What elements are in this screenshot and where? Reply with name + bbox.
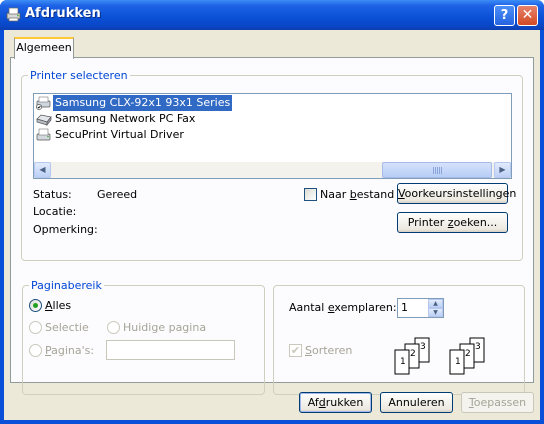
print-to-file-label[interactable]: Naar bestand (320, 188, 394, 201)
label-part: Naar (320, 188, 350, 201)
print-button[interactable]: Afdrukken (299, 392, 372, 413)
label-part: Printer (407, 216, 448, 229)
pages-input[interactable] (106, 340, 235, 360)
label-part: lles (52, 299, 72, 312)
printer-name: Samsung CLX-92x1 93x1 Series (53, 95, 233, 111)
label-part: Aantal (289, 301, 328, 314)
collate-page-number: 2 (410, 349, 416, 359)
accesskey: S (305, 344, 312, 357)
printer-name: SecuPrint Virtual Driver (55, 128, 184, 141)
cancel-button[interactable]: Annuleren (380, 392, 453, 413)
location-label: Locatie: (33, 205, 77, 218)
printer-icon (6, 7, 21, 22)
all-pages-label[interactable]: Alles (45, 299, 71, 312)
page-range-group: Paginabereik Alles Selectie Huidige pagi… (22, 279, 265, 395)
status-value: Gereed (97, 188, 138, 201)
printer-default-icon (36, 96, 51, 110)
collate-page-number: 1 (400, 357, 406, 367)
pages-radio[interactable] (29, 344, 42, 357)
collate-label[interactable]: Sorteren (305, 344, 352, 357)
label-part: oorkeursinstellingen (404, 187, 517, 200)
printer-list[interactable]: Samsung CLX-92x1 93x1 Series Samsung Net… (33, 93, 512, 179)
radio-dot (33, 303, 38, 308)
close-button[interactable]: ✕ (517, 5, 538, 26)
window-title: Afdrukken (25, 6, 101, 21)
spin-up-icon[interactable]: ▲ (428, 299, 443, 308)
scroll-right-button[interactable]: ▶ (494, 162, 511, 178)
dialog-client-area: Algemeen Printer selecteren Samsung CLX-… (4, 30, 540, 420)
comment-label: Opmerking: (33, 223, 98, 236)
help-button[interactable]: ? (494, 5, 515, 26)
selection-radio[interactable] (29, 321, 42, 334)
tab-panel-algemeen: Printer selecteren Samsung CLX-92x1 93x1… (10, 57, 534, 395)
scroll-thumb[interactable] (382, 162, 492, 178)
accesskey: V (398, 187, 405, 200)
collate-page-number: 3 (420, 342, 426, 352)
selection-label[interactable]: Selectie (45, 321, 89, 334)
label-part: orteren (311, 344, 353, 357)
tab-algemeen[interactable]: Algemeen (14, 37, 74, 59)
label-part: rukken (325, 396, 364, 409)
title-bar[interactable]: Afdrukken ? ✕ (0, 0, 544, 30)
scroll-grip-icon (433, 167, 442, 174)
collate-page-number: 3 (475, 342, 481, 352)
all-pages-radio[interactable] (29, 299, 42, 312)
copies-spinner[interactable]: 1 ▲ ▼ (397, 298, 444, 318)
printer-select-group: Printer selecteren Samsung CLX-92x1 93x1… (21, 69, 523, 261)
collate-checkbox[interactable]: ✔ (289, 344, 302, 357)
printer-name: Samsung Network PC Fax (55, 112, 196, 125)
accesskey: A (45, 299, 53, 312)
accesskey: b (349, 188, 357, 201)
copies-value[interactable]: 1 (401, 301, 408, 314)
fax-icon (36, 114, 52, 126)
print-to-file-checkbox[interactable] (304, 188, 317, 201)
current-page-radio[interactable] (107, 321, 120, 334)
label-part: estand (356, 188, 395, 201)
label-part: oeken... (453, 216, 498, 229)
print-dialog-window: Afdrukken ? ✕ Algemeen Printer selectere… (0, 0, 544, 424)
copies-spin-buttons[interactable]: ▲ ▼ (428, 299, 443, 317)
collate-pages-icon: 3 2 1 3 2 1 (394, 337, 485, 375)
collate-page-number: 1 (455, 357, 461, 367)
printer-list-hscrollbar[interactable]: ◀ ▶ (34, 162, 511, 178)
current-page-label[interactable]: Huidige pagina (123, 321, 206, 334)
printer-icon (36, 128, 51, 141)
find-printer-button[interactable]: Printer zoeken... (397, 212, 508, 233)
label-part: oepassen (473, 396, 527, 409)
spin-down-icon[interactable]: ▼ (428, 308, 443, 317)
copies-group: Aantal exemplaren: 1 ▲ ▼ ✔ Sorteren 3 2 … (273, 285, 525, 395)
scroll-left-button[interactable]: ◀ (34, 162, 51, 178)
label-part: agina's: (51, 344, 95, 357)
printer-select-legend: Printer selecteren (28, 69, 130, 82)
status-label: Status: (33, 188, 72, 201)
pages-label[interactable]: Pagina's: (45, 344, 94, 357)
label-part: Af (307, 396, 319, 409)
accesskey: d (318, 396, 326, 409)
copies-label: Aantal exemplaren: (289, 301, 397, 314)
label-part: xemplaren: (334, 301, 397, 314)
collate-page-number: 2 (465, 349, 471, 359)
page-range-legend: Paginabereik (29, 279, 104, 292)
preferences-button[interactable]: Voorkeursinstellingen (397, 183, 516, 204)
apply-button[interactable]: Toepassen (461, 392, 534, 413)
